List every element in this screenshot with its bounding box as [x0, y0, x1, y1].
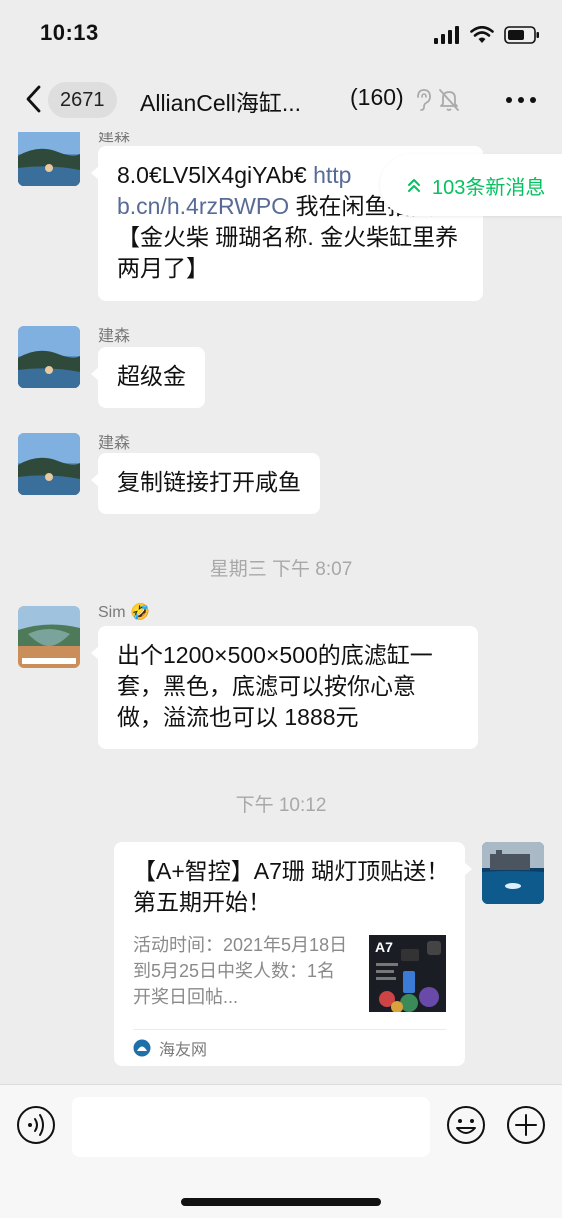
sender-name: Sim 🤣: [98, 602, 150, 622]
chat-header: 2671 AllianCell海缸... (160): [0, 70, 562, 132]
status-bar: 10:13: [0, 0, 562, 70]
new-messages-label: 103条新消息: [432, 176, 546, 199]
link-card-description: 活动时间：2021年5月18日到5月25日中奖人数：1名开奖日回帖...: [133, 935, 348, 1007]
chevron-left-icon: [26, 85, 41, 113]
wifi-icon: [470, 26, 494, 43]
status-time: 10:13: [40, 20, 99, 45]
link-card-source: 海友网: [133, 1036, 207, 1060]
thumbnail-image: A7: [369, 935, 446, 1012]
more-dot: [518, 97, 524, 103]
more-functions-button[interactable]: [506, 1105, 546, 1150]
more-options-button[interactable]: [506, 88, 536, 112]
status-icons: [434, 24, 540, 46]
sender-name: 建森: [98, 132, 131, 145]
voice-icon: [17, 1106, 55, 1144]
more-dot: [530, 97, 536, 103]
cellular-signal-icon: [434, 26, 459, 44]
avatar[interactable]: [18, 326, 80, 388]
home-indicator[interactable]: [181, 1198, 381, 1206]
message-bubble[interactable]: 超级金: [91, 347, 205, 408]
link-card-title: 【A+智控】A7珊 瑚灯顶贴送！第五期开始！: [133, 858, 450, 915]
card-divider: [133, 1029, 446, 1030]
sender-emoji: 🤣: [130, 604, 150, 621]
timestamp: 下午 10:12: [235, 795, 327, 816]
avatar[interactable]: [18, 433, 80, 495]
message-input[interactable]: [72, 1097, 430, 1157]
chat-title[interactable]: AllianCell海缸...: [140, 84, 301, 118]
avatar[interactable]: [18, 132, 80, 186]
member-count: (160): [350, 84, 404, 110]
message-link[interactable]: b.cn/h.4rzRWPO: [117, 193, 289, 219]
more-dot: [506, 97, 512, 103]
timestamp: 星期三 下午 8:07: [209, 559, 353, 580]
message-bubble[interactable]: 出个1200×500×500的底滤缸一套，黑色，底滤可以按你心意做，溢流也可以 …: [91, 626, 478, 749]
avatar[interactable]: [18, 606, 80, 668]
mute-bell-icon: [439, 89, 459, 111]
message-text: 8.0€LV5lX4giYAb€: [117, 162, 314, 188]
avatar-image: [482, 842, 544, 904]
avatar-image: [18, 606, 80, 668]
self-avatar[interactable]: [482, 842, 544, 904]
input-bar: [0, 1084, 562, 1218]
avatar-image: [18, 433, 80, 495]
site-logo-icon: [133, 1039, 151, 1057]
ear-icon: [417, 89, 431, 111]
thumbnail-label: A7: [375, 939, 393, 955]
sender-name-text: Sim: [98, 604, 126, 621]
double-chevron-up-icon: [408, 179, 420, 192]
link-card-source-name: 海友网: [159, 1042, 208, 1059]
message-text: 复制链接打开咸鱼: [117, 469, 301, 495]
message-text: 出个1200×500×500的底滤缸一套，黑色，底滤可以按你心意做，溢流也可以 …: [117, 642, 433, 730]
sender-name: 建森: [98, 328, 131, 345]
plus-icon: [507, 1106, 545, 1144]
new-messages-badge[interactable]: 103条新消息: [380, 154, 562, 216]
link-card-thumbnail: A7: [369, 935, 446, 1012]
avatar-image: [18, 326, 80, 388]
message-text: 超级金: [117, 363, 186, 389]
avatar-image: [18, 132, 80, 186]
back-button[interactable]: [18, 84, 48, 114]
link-card[interactable]: 【A+智控】A7珊 瑚灯顶贴送！第五期开始！ 活动时间：2021年5月18日到5…: [114, 842, 472, 1066]
message-list[interactable]: 建森 8.0€LV5lX4giYAb€ http b.cn/h.4rzRWPO 我…: [0, 132, 562, 1084]
voice-button[interactable]: [16, 1105, 56, 1150]
emoji-button[interactable]: [446, 1105, 486, 1150]
message-link[interactable]: http: [313, 162, 351, 188]
message-bubble[interactable]: 复制链接打开咸鱼: [91, 453, 320, 514]
emoji-icon: [447, 1106, 485, 1144]
battery-icon: [504, 26, 539, 44]
unread-count-badge[interactable]: 2671: [48, 82, 117, 118]
sender-name: 建森: [98, 435, 131, 452]
